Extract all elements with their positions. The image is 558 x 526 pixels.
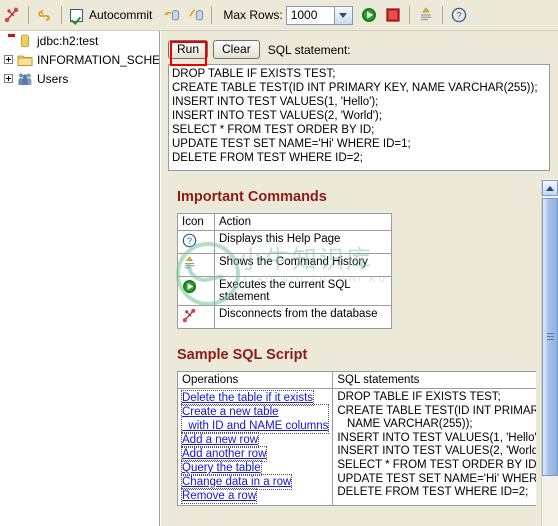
tree-node-users[interactable]: Users bbox=[0, 69, 159, 88]
clear-button[interactable]: Clear bbox=[213, 40, 260, 59]
tree-node-label: jdbc:h2:test bbox=[37, 33, 99, 48]
column-header-action: Action bbox=[214, 213, 392, 231]
toolbar-separator bbox=[408, 6, 410, 24]
stop-button[interactable] bbox=[381, 0, 405, 30]
run-toolbar-button[interactable] bbox=[357, 0, 381, 30]
toolbar-separator bbox=[441, 6, 443, 24]
table-row: Disconnects from the database bbox=[177, 305, 392, 329]
column-header-operations: Operations bbox=[176, 371, 334, 389]
table-row: Shows the Command History bbox=[177, 253, 392, 277]
sql-statements-cell: DROP TABLE IF EXISTS TEST; CREATE TABLE … bbox=[332, 388, 536, 506]
max-rows-select[interactable]: 1000 bbox=[285, 5, 353, 25]
upload-script-button[interactable] bbox=[414, 0, 438, 30]
important-commands-table: Icon Action ? Displays this Help Page Sh… bbox=[177, 213, 392, 329]
disconnect-button[interactable] bbox=[0, 0, 24, 30]
rollback-button[interactable] bbox=[159, 0, 183, 30]
disconnect-icon bbox=[4, 7, 20, 23]
help-content-pane: Important Commands Icon Action ? Display… bbox=[168, 179, 536, 526]
operation-link[interactable]: Change data in a row bbox=[180, 474, 293, 490]
table-header-row: Icon Action bbox=[177, 213, 392, 231]
checkbox-check-icon bbox=[70, 8, 83, 22]
command-row: Run Clear SQL statement: bbox=[168, 40, 351, 59]
max-rows-value: 1000 bbox=[290, 7, 318, 22]
operations-cell: Delete the table if it exists Create a n… bbox=[176, 388, 334, 506]
svg-text:?: ? bbox=[456, 11, 461, 22]
table-row: Delete the table if it exists Create a n… bbox=[176, 388, 536, 506]
autocommit-checkbox[interactable]: Autocommit bbox=[66, 0, 159, 30]
operation-link[interactable]: Add a new row bbox=[180, 432, 260, 448]
row-icon-cell bbox=[177, 276, 215, 306]
toolbar: Autocommit Max Rows: 1000 ? bbox=[0, 0, 558, 31]
tree-node-label: INFORMATION_SCHEMA bbox=[37, 52, 160, 67]
command-history-icon bbox=[182, 256, 197, 274]
toolbar-separator bbox=[211, 6, 213, 24]
toolbar-separator bbox=[28, 6, 29, 24]
scrollbar-grip-icon bbox=[547, 333, 554, 341]
operation-link[interactable]: Delete the table if it exists bbox=[180, 390, 315, 406]
row-action-cell: Displays this Help Page bbox=[214, 230, 392, 254]
row-action-cell: Executes the current SQL statement bbox=[214, 276, 392, 306]
row-action-cell: Disconnects from the database bbox=[214, 305, 392, 329]
max-rows-label: Max Rows: bbox=[223, 8, 283, 22]
run-green-play-icon bbox=[182, 279, 197, 297]
h2-console-window: Autocommit Max Rows: 1000 ? jdbc:h2:test… bbox=[0, 0, 558, 526]
tree-node-information-schema[interactable]: INFORMATION_SCHEMA bbox=[0, 50, 159, 69]
help-question-icon: ? bbox=[451, 7, 467, 23]
main-panel: Run Clear SQL statement: DROP TABLE IF E… bbox=[161, 31, 558, 526]
command-history-button[interactable] bbox=[33, 0, 57, 30]
upload-script-icon bbox=[418, 7, 434, 23]
run-green-play-icon bbox=[361, 7, 377, 23]
sample-script-heading: Sample SQL Script bbox=[177, 347, 308, 363]
command-history-icon bbox=[37, 7, 53, 23]
toolbar-separator bbox=[61, 6, 62, 24]
svg-text:?: ? bbox=[187, 236, 192, 246]
autocommit-label: Autocommit bbox=[89, 8, 153, 22]
disconnect-icon bbox=[182, 308, 197, 326]
vertical-scrollbar[interactable] bbox=[541, 179, 558, 526]
database-tree-panel[interactable]: jdbc:h2:test INFORMATION_SCHEMA bbox=[0, 31, 160, 526]
expand-plus-icon[interactable] bbox=[4, 74, 13, 83]
operation-link[interactable]: Remove a row bbox=[180, 488, 258, 504]
sample-script-table: Operations SQL statements Delete the tab… bbox=[176, 371, 536, 506]
scrollbar-thumb[interactable] bbox=[542, 198, 558, 476]
tree-node-label: Users bbox=[37, 71, 69, 86]
users-icon bbox=[17, 71, 33, 87]
row-icon-cell bbox=[177, 253, 215, 277]
expand-plus-icon[interactable] bbox=[4, 55, 13, 64]
chevron-down-icon[interactable] bbox=[333, 6, 352, 24]
stop-red-square-icon bbox=[385, 7, 401, 23]
table-row: Executes the current SQL statement bbox=[177, 276, 392, 306]
commit-icon bbox=[187, 7, 204, 23]
text-caret bbox=[8, 34, 15, 37]
sql-statement-label: SQL statement: bbox=[267, 42, 351, 57]
max-rows-group: Max Rows: 1000 bbox=[216, 0, 356, 30]
row-action-cell: Shows the Command History bbox=[214, 253, 392, 277]
row-icon-cell: ? bbox=[177, 230, 215, 254]
rollback-icon bbox=[163, 7, 180, 23]
operation-link[interactable]: Add another row bbox=[180, 446, 268, 462]
help-button[interactable]: ? bbox=[447, 0, 471, 30]
row-icon-cell bbox=[177, 305, 215, 329]
help-question-icon: ? bbox=[182, 233, 197, 251]
tree-node-connection[interactable]: jdbc:h2:test bbox=[0, 31, 159, 50]
operation-link[interactable]: Create a new table with ID and NAME colu… bbox=[180, 404, 330, 434]
scroll-up-arrow-icon[interactable] bbox=[542, 180, 558, 196]
commit-button[interactable] bbox=[183, 0, 207, 30]
column-header-sql-statements: SQL statements bbox=[332, 371, 536, 389]
important-commands-heading: Important Commands bbox=[177, 189, 327, 205]
operation-link[interactable]: Query the table bbox=[181, 460, 262, 476]
sql-input-textarea[interactable]: DROP TABLE IF EXISTS TEST; CREATE TABLE … bbox=[168, 64, 550, 171]
table-row: ? Displays this Help Page bbox=[177, 230, 392, 254]
database-cylinder-icon bbox=[17, 33, 33, 49]
folder-icon bbox=[17, 52, 33, 68]
table-header-row: Operations SQL statements bbox=[176, 371, 536, 389]
column-header-icon: Icon bbox=[177, 213, 215, 231]
run-button[interactable]: Run bbox=[168, 40, 209, 59]
